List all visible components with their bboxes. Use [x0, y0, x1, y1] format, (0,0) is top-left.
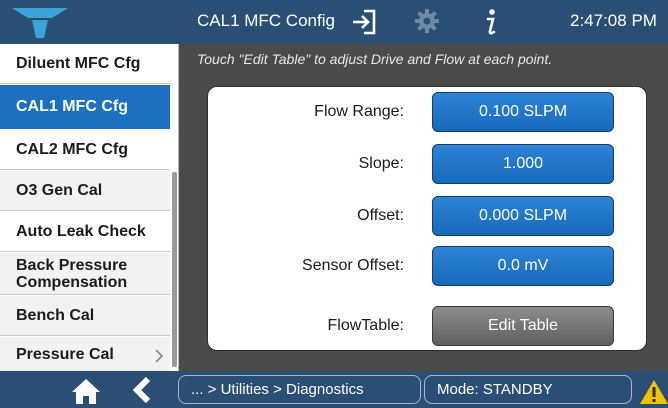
sidebar-item-label: CAL2 MFC Cfg [16, 141, 128, 158]
flow-range-button[interactable]: 0.100 SLPM [432, 92, 614, 132]
slope-label: Slope: [358, 155, 404, 172]
back-icon[interactable] [130, 376, 154, 404]
flowtable-label: FlowTable: [327, 317, 404, 334]
sidebar-item-label: Bench Cal [16, 307, 95, 324]
header-bar: CAL1 MFC Config 2:47:08 PM [0, 0, 668, 44]
main-content: Touch "Edit Table" to adjust Drive and F… [180, 44, 668, 371]
sidebar-item-pressure-cal[interactable]: Pressure Cal [0, 337, 170, 371]
sidebar-item-cal1-mfc-cfg[interactable]: CAL1 MFC Cfg [0, 85, 170, 129]
sensor-offset-button[interactable]: 0.0 mV [432, 246, 614, 286]
sidebar-item-cal2-mfc-cfg[interactable]: CAL2 MFC Cfg [0, 130, 170, 170]
offset-button[interactable]: 0.000 SLPM [432, 196, 614, 236]
clock-time: 2:47:08 PM [570, 11, 657, 30]
sidebar-item-bench-cal[interactable]: Bench Cal [0, 296, 170, 336]
slope-button[interactable]: 1.000 [432, 144, 614, 184]
sidebar-item-diluent-mfc-cfg[interactable]: Diluent MFC Cfg [0, 44, 170, 84]
sidebar-item-back-pressure-compensation[interactable]: Back Pressure Compensation [0, 253, 170, 295]
sidebar: Diluent MFC Cfg CAL1 MFC Cfg CAL2 MFC Cf… [0, 44, 179, 371]
sidebar-item-label: CAL1 MFC Cfg [16, 98, 128, 115]
flow-range-label: Flow Range: [314, 103, 404, 120]
breadcrumb[interactable]: ... > Utilities > Diagnostics [178, 375, 421, 404]
edit-table-button[interactable]: Edit Table [432, 306, 614, 346]
home-icon[interactable] [70, 377, 102, 405]
warning-icon[interactable] [640, 379, 668, 405]
exit-icon[interactable] [351, 8, 377, 36]
page-title: CAL1 MFC Config [197, 11, 335, 30]
mode-status: Mode: STANDBY [424, 375, 632, 404]
chevron-right-icon [155, 349, 164, 363]
sidebar-item-label: Pressure Cal [16, 346, 114, 363]
info-icon[interactable] [481, 7, 501, 37]
instruction-text: Touch "Edit Table" to adjust Drive and F… [197, 51, 553, 67]
sensor-offset-label: Sensor Offset: [302, 257, 404, 274]
sidebar-scrollbar[interactable] [172, 172, 177, 367]
sidebar-item-label: Back Pressure Compensation [16, 256, 128, 291]
config-panel: Flow Range: 0.100 SLPM Slope: 1.000 Offs… [207, 86, 647, 351]
sidebar-item-o3-gen-cal[interactable]: O3 Gen Cal [0, 171, 170, 211]
sidebar-item-label: Auto Leak Check [16, 223, 146, 240]
screen: CAL1 MFC Config 2:47:08 PM Diluent MFC C… [0, 0, 668, 408]
sidebar-item-label: Diluent MFC Cfg [16, 55, 141, 72]
logo-icon [12, 8, 68, 38]
sidebar-item-auto-leak-check[interactable]: Auto Leak Check [0, 212, 170, 252]
sidebar-item-label: O3 Gen Cal [16, 182, 103, 199]
offset-label: Offset: [357, 207, 404, 224]
footer-bar: ... > Utilities > Diagnostics Mode: STAN… [0, 371, 668, 408]
gear-icon[interactable] [415, 9, 439, 33]
